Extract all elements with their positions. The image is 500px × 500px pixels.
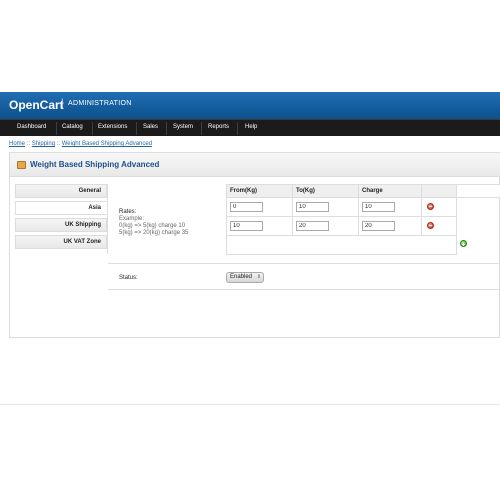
rates-help-line: Example: (119, 216, 145, 222)
menu-reports[interactable]: Reports (208, 124, 229, 130)
col-charge: Charge (358, 184, 422, 198)
from-input[interactable] (230, 202, 263, 212)
menu-divider (166, 122, 167, 135)
menu-system[interactable]: System (173, 124, 193, 130)
breadcrumb: Home :: Shipping :: Weight Based Shippin… (9, 141, 152, 147)
add-row-icon[interactable] (460, 240, 467, 247)
header-bar: OpenCart | ADMINISTRATION (0, 92, 500, 119)
breadcrumb-current[interactable]: Weight Based Shipping Advanced (62, 141, 152, 147)
tab-column-border (107, 184, 108, 254)
charge-input[interactable] (362, 221, 395, 231)
rates-label: Rates: (119, 209, 137, 215)
col-from: From(Kg) (226, 184, 293, 198)
menu-divider (56, 122, 57, 135)
menu-sales[interactable]: Sales (143, 124, 158, 130)
breadcrumb-separator: :: (26, 141, 31, 147)
chevron-updown-icon: ⇕ (256, 274, 261, 280)
status-value: Enabled (230, 274, 253, 280)
menu-dashboard[interactable]: Dashboard (17, 124, 46, 130)
page: OpenCart | ADMINISTRATION Dashboard Cata… (0, 0, 500, 500)
main-menu: Dashboard Catalog Extensions Sales Syste… (0, 119, 500, 136)
menu-catalog[interactable]: Catalog (62, 124, 83, 130)
menu-divider (92, 122, 93, 135)
logo-separator: | (61, 98, 64, 109)
charge-input[interactable] (362, 202, 395, 212)
module-box-icon (17, 161, 26, 169)
from-input[interactable] (230, 221, 263, 231)
tab-general[interactable]: General (15, 184, 107, 198)
breadcrumb-shipping[interactable]: Shipping (32, 141, 55, 147)
col-action (421, 184, 457, 198)
table-footer-row (226, 235, 500, 255)
box-heading: Weight Based Shipping Advanced (10, 153, 500, 177)
menu-divider (136, 122, 137, 135)
logo[interactable]: OpenCart (9, 98, 64, 112)
tab-asia[interactable]: Asia (15, 201, 107, 215)
col-to: To(Kg) (292, 184, 359, 198)
breadcrumb-home[interactable]: Home (9, 141, 25, 147)
rates-table: From(Kg) To(Kg) Charge (226, 184, 500, 255)
rates-header-row: From(Kg) To(Kg) Charge (226, 184, 500, 198)
remove-row-icon[interactable] (427, 221, 434, 229)
menu-divider (201, 122, 202, 135)
to-input[interactable] (296, 221, 329, 231)
col-empty (456, 184, 500, 198)
breadcrumb-separator: :: (56, 141, 61, 147)
logo-subtitle: ADMINISTRATION (68, 100, 132, 107)
rates-label-block: Rates: Example: 0(kg) => 5(kg) charge 10… (119, 209, 188, 237)
footer-divider (0, 404, 500, 405)
status-select[interactable]: Enabled ⇕ (226, 272, 264, 283)
section-divider (108, 289, 500, 290)
rates-help-line: 0(kg) => 5(kg) charge 10 (119, 223, 186, 229)
tab-uk-shipping[interactable]: UK Shipping (15, 218, 107, 232)
content-box: Weight Based Shipping Advanced General A… (9, 152, 500, 338)
rates-help-line: 5(kg) => 20(kg) charge 35 (119, 230, 189, 236)
section-divider (108, 263, 500, 264)
menu-divider (237, 122, 238, 135)
status-label: Status: (119, 275, 138, 281)
menu-help[interactable]: Help (245, 124, 257, 130)
to-input[interactable] (296, 202, 329, 212)
table-row (226, 197, 500, 217)
menu-extensions[interactable]: Extensions (98, 124, 127, 130)
remove-row-icon[interactable] (427, 202, 434, 210)
tab-uk-vat-zone[interactable]: UK VAT Zone (15, 235, 107, 249)
page-title: Weight Based Shipping Advanced (30, 160, 160, 169)
table-row (226, 216, 500, 236)
